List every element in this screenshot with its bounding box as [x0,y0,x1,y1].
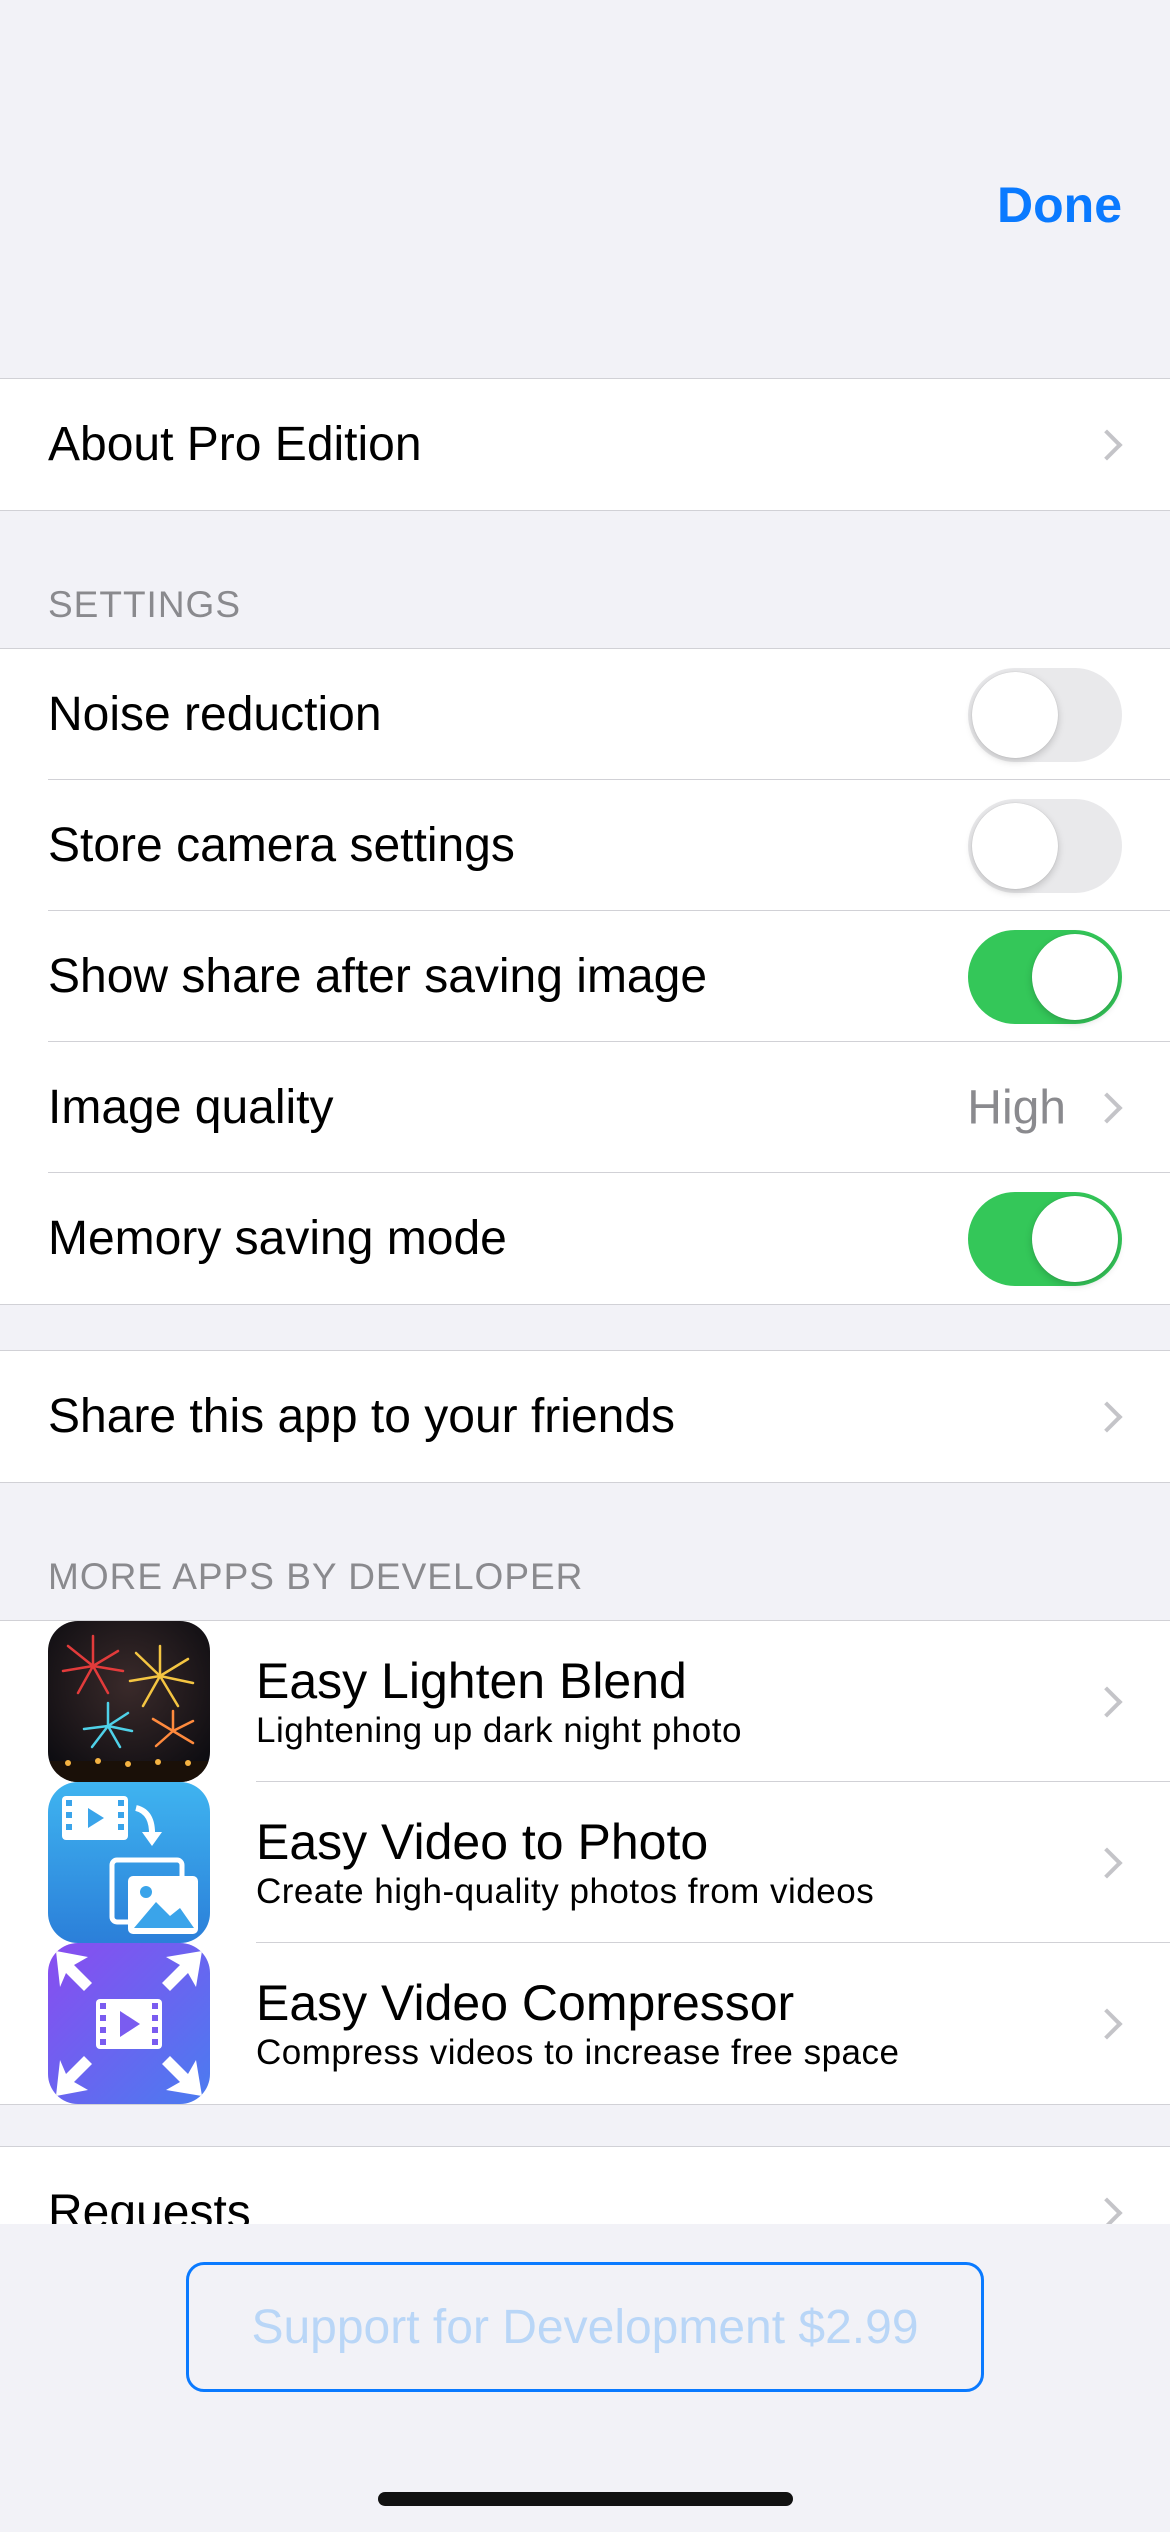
memory-saving-row: Memory saving mode [0,1173,1170,1304]
done-button[interactable]: Done [997,176,1122,234]
show-share-toggle[interactable] [968,929,1122,1024]
fireworks-icon [48,1621,210,1782]
chevron-right-icon [1091,1685,1123,1718]
show-share-label: Show share after saving image [48,950,708,1003]
memory-saving-label: Memory saving mode [48,1212,507,1265]
settings-group: Noise reduction Store camera settings Sh… [0,648,1170,1305]
settings-section-header: SETTINGS [48,584,242,625]
app-subtitle: Compress videos to increase free space [256,2033,900,2072]
toggle-knob [972,802,1058,889]
memory-saving-toggle[interactable] [968,1191,1122,1286]
share-app-row[interactable]: Share this app to your friends [0,1351,1170,1482]
toggle-knob [1032,933,1118,1020]
settings-screen: Done About Pro Edition SETTINGS Noise re… [0,0,1170,2532]
app-text: Easy Video to Photo Create high-quality … [256,1814,874,1914]
bottom-bar: Support for Development $2.99 [0,2224,1170,2532]
share-app-label: Share this app to your friends [48,1390,676,1443]
support-development-button[interactable]: Support for Development $2.99 [186,2262,984,2392]
app-row-lighten-blend[interactable]: Easy Lighten Blend Lightening up dark ni… [0,1621,1170,1782]
app-row-video-compressor[interactable]: Easy Video Compressor Compress videos to… [0,1943,1170,2104]
show-share-row: Show share after saving image [0,911,1170,1042]
app-title: Easy Video to Photo [256,1814,709,1870]
app-title: Easy Video Compressor [256,1975,795,2031]
noise-reduction-label: Noise reduction [48,688,382,741]
noise-reduction-row: Noise reduction [0,649,1170,780]
more-apps-section-header: MORE APPS BY DEVELOPER [48,1556,584,1597]
home-indicator[interactable] [378,2492,793,2506]
chevron-right-icon [1091,1400,1123,1433]
chevron-right-icon [1091,2007,1123,2040]
app-subtitle: Create high-quality photos from videos [256,1872,875,1911]
noise-reduction-toggle[interactable] [968,667,1122,762]
app-title: Easy Lighten Blend [256,1653,687,1709]
toggle-knob [972,671,1058,758]
about-pro-edition-row[interactable]: About Pro Edition [0,379,1170,510]
chevron-right-icon [1091,1846,1123,1879]
app-text: Easy Video Compressor Compress videos to… [256,1975,899,2075]
more-apps-group: Easy Lighten Blend Lightening up dark ni… [0,1620,1170,2105]
store-camera-settings-toggle[interactable] [968,798,1122,893]
image-quality-row[interactable]: Image quality High [0,1042,1170,1173]
store-camera-settings-label: Store camera settings [48,819,515,872]
app-subtitle: Lightening up dark night photo [256,1711,742,1750]
about-pro-edition-label: About Pro Edition [48,418,422,471]
image-quality-value: High [967,1081,1066,1134]
chevron-right-icon [1091,1091,1123,1124]
video-to-photo-icon [48,1782,210,1943]
app-row-video-to-photo[interactable]: Easy Video to Photo Create high-quality … [0,1782,1170,1943]
image-quality-label: Image quality [48,1081,334,1134]
toggle-knob [1032,1195,1118,1282]
app-text: Easy Lighten Blend Lightening up dark ni… [256,1653,742,1753]
video-compressor-icon [48,1943,210,2104]
store-camera-settings-row: Store camera settings [0,780,1170,911]
chevron-right-icon [1091,428,1123,461]
share-group: Share this app to your friends [0,1350,1170,1483]
about-group: About Pro Edition [0,378,1170,511]
